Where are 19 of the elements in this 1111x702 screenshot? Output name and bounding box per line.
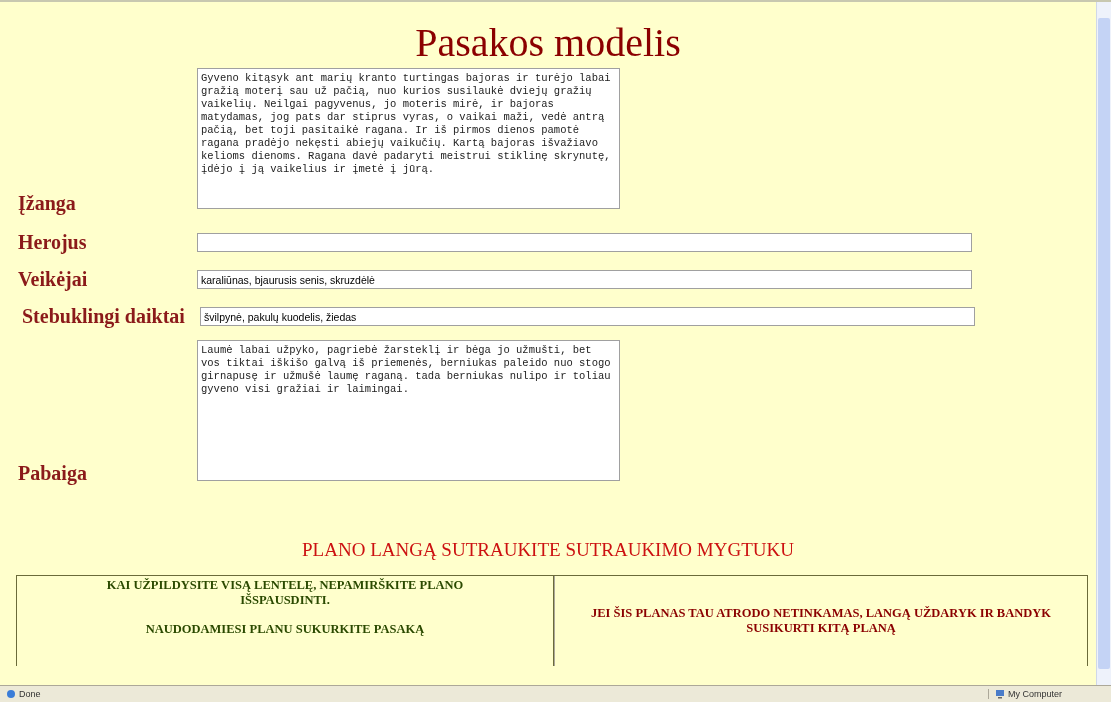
note-text: KAI UŽPILDYSITE VISĄ LENTELĘ, NEPAMIRŠKITE PLANO IŠSPAUSDINTI. bbox=[105, 578, 465, 608]
note-text: JEI ŠIS PLANAS TAU ATRODO NETINKAMAS, LANGĄ UŽDARYK IR BANDYK SUSIKURTI KITĄ PLANĄ bbox=[589, 606, 1052, 636]
input-field[interactable]: karaliūnas, bjaurusis senis, skruzdėlė bbox=[197, 270, 972, 289]
field-label: Įžanga bbox=[18, 192, 77, 215]
status-zone: My Computer bbox=[988, 689, 1111, 699]
field-label: Veikėjai bbox=[18, 268, 89, 291]
instruction-text: PLANO LANGĄ SUTRAUKITE SUTRAUKIMO MYGTUKU bbox=[301, 539, 795, 561]
scrollbar[interactable] bbox=[1096, 2, 1111, 685]
field-label: Stebuklingi daiktai bbox=[22, 305, 186, 328]
field-label: Herojus bbox=[18, 231, 88, 254]
input-field[interactable]: švilpynė, pakulų kuodelis, žiedas bbox=[200, 307, 975, 326]
computer-icon bbox=[995, 689, 1005, 699]
status-text: Done bbox=[0, 689, 47, 699]
note-text: NAUDODAMIESI PLANU SUKURKITE PASAKĄ bbox=[144, 622, 426, 637]
input-field[interactable] bbox=[197, 233, 972, 252]
field-label: Pabaiga bbox=[18, 462, 88, 485]
text-area[interactable]: Gyveno kitąsyk ant marių kranto turtingas bajoras ir turėjo labai gražią moterį sau už pačią, nuo kurios susilaukė dviejų gražių vaikelių. Neilgai pagyvenus, jo moteris mirė, ir bajoras matydamas, jog pats dar stiprus vyras, o vaikai maži, vedė antrą pačią, bet toji pasitaikė ragana. Ir iš pirmos dienos pamotė ragana pradėjo nekęsti abiejų vaikučių. Kartą bajoras išvažiavo kelioms dienoms. Ragana davė padaryti meistrui stiklinę skrynutę, įdėjo į ją vaikelius ir įmetė į jūrą. bbox=[197, 68, 620, 209]
page-title: Pasakos modelis bbox=[414, 19, 682, 67]
text-area[interactable]: Laumė labai užpyko, pagriebė žarsteklį ir bėga jo užmušti, bet vos tiktai iškišo galvą iš priemenės, berniukas paleido nuo stogo girnapusę ir užmušė laumę raganą. tada berniukas nulipo ir toliau gyveno visi gražiai ir laimingai. bbox=[197, 340, 620, 481]
